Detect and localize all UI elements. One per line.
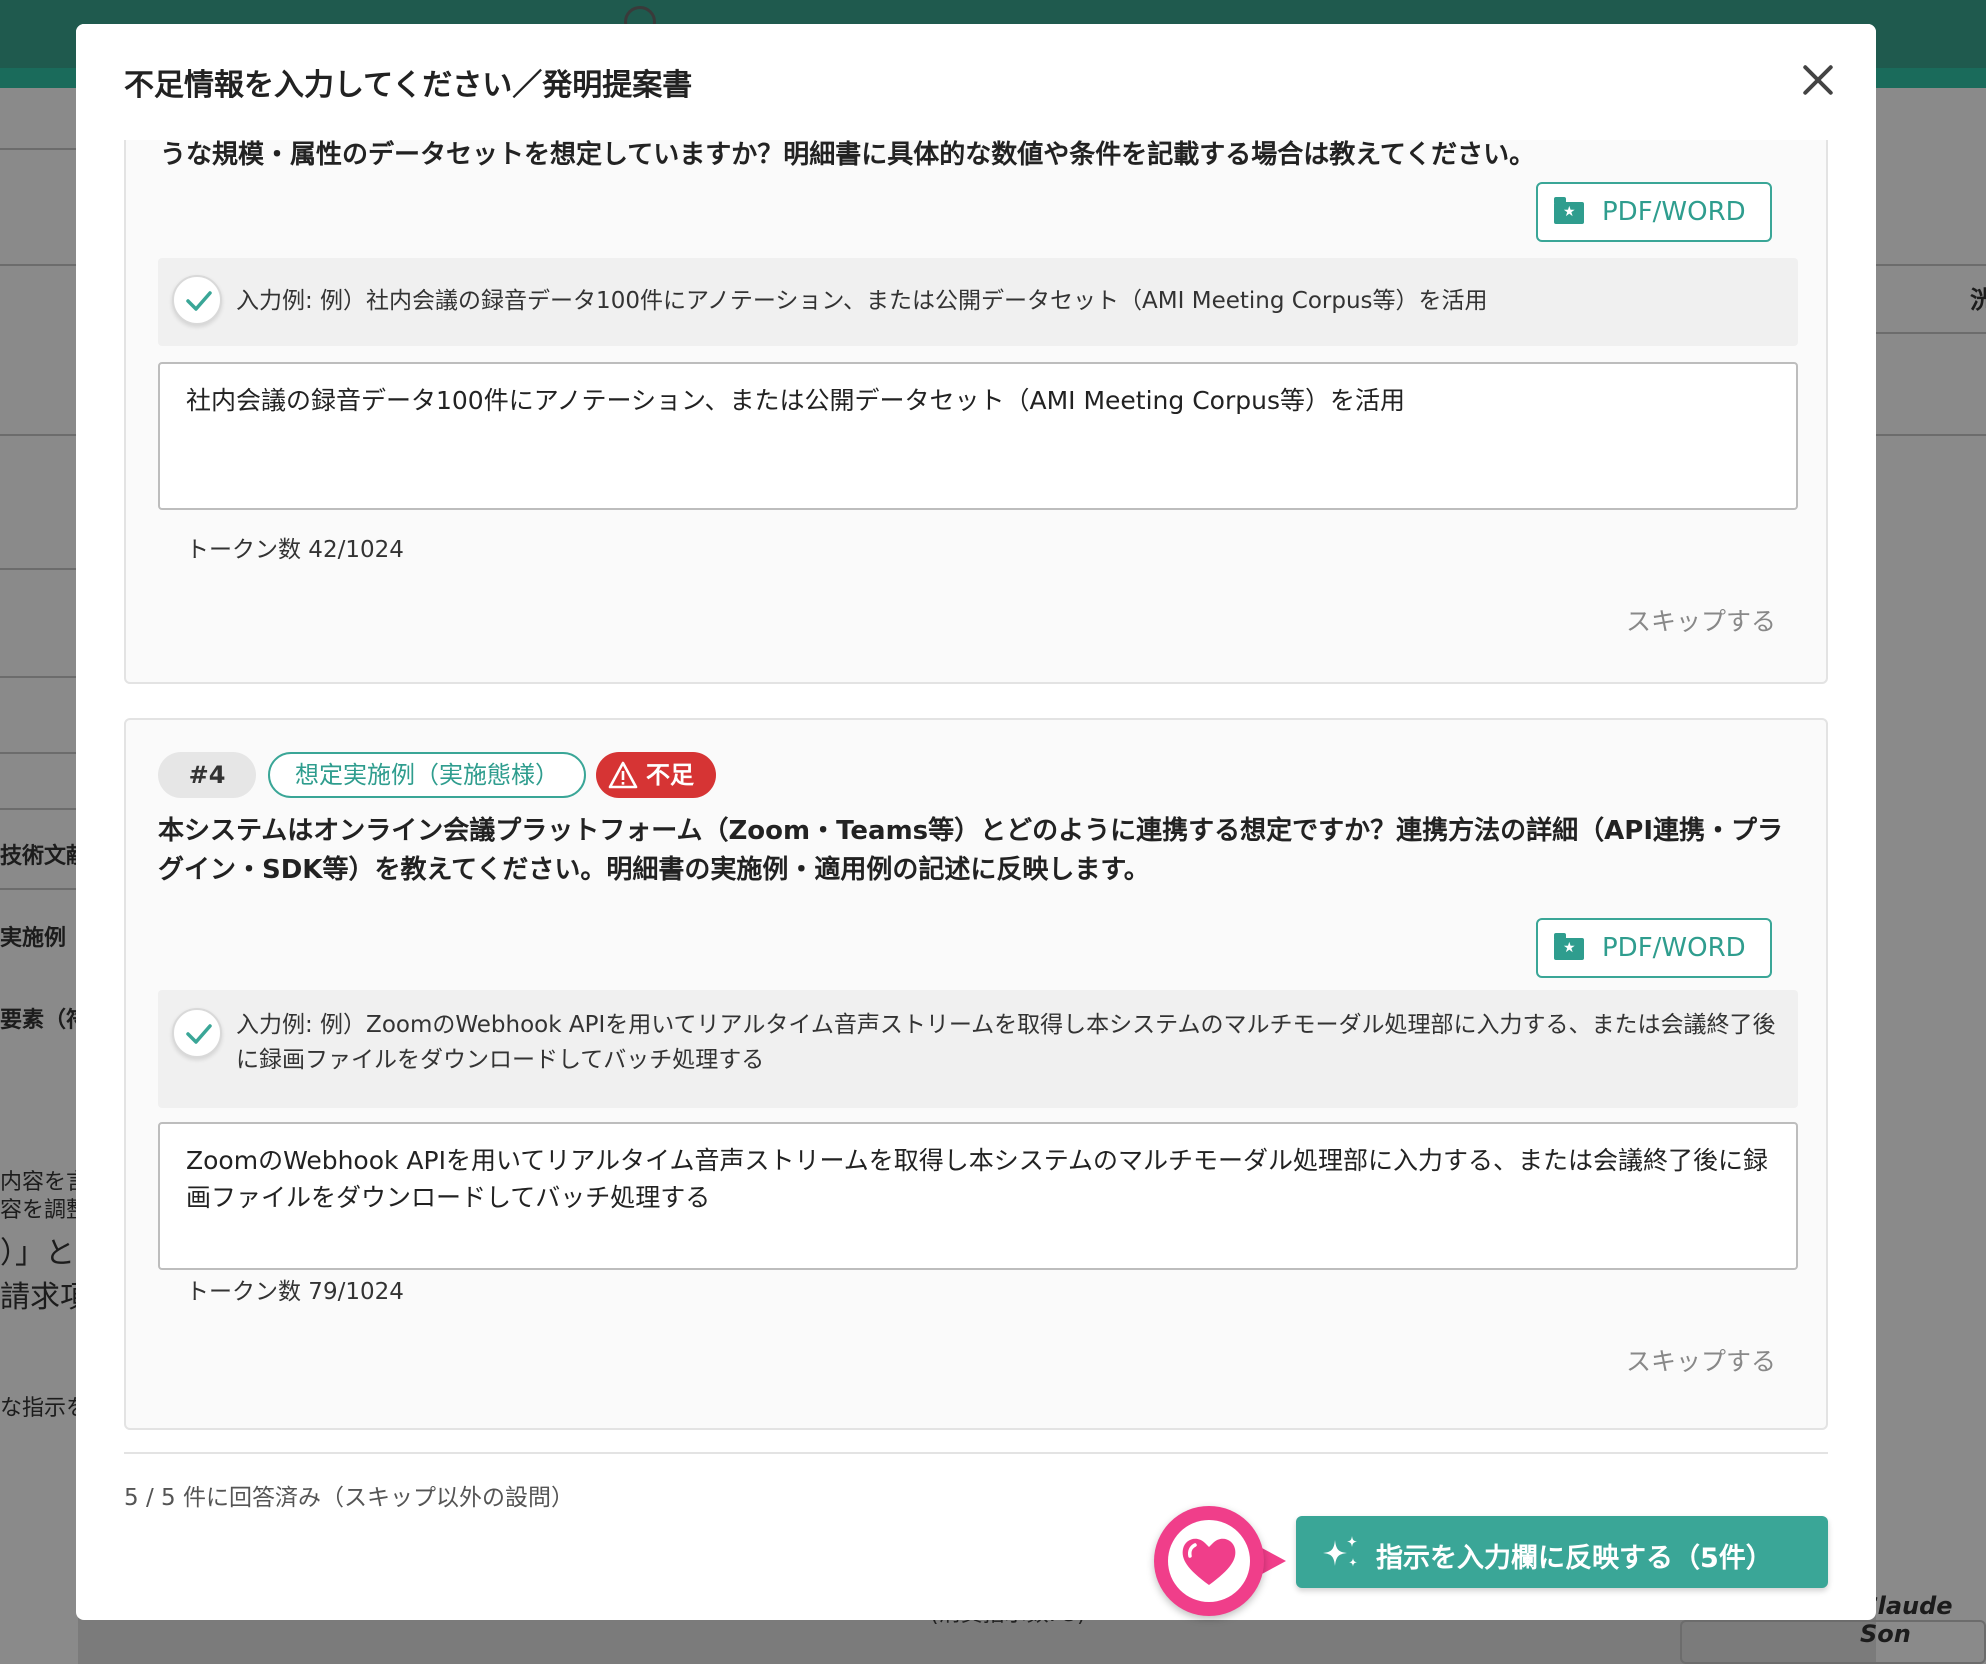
- heart-icon: [1182, 1538, 1236, 1585]
- question-card: うな規模・属性のデータセットを想定していますか？明細書に具体的な数値や条件を記載…: [124, 140, 1828, 684]
- answered-status: 5 / 5 件に回答済み（スキップ以外の設問）: [124, 1485, 574, 1511]
- divider: [0, 808, 78, 810]
- question-text: 本システムはオンライン会議プラットフォーム（Zoom・Teams等）とどのように…: [158, 816, 1783, 885]
- heart-feedback-button[interactable]: [1154, 1506, 1296, 1616]
- token-count: トークン数 79/1024: [186, 1279, 404, 1305]
- modal-header: 不足情報を入力してください／発明提案書: [76, 24, 1876, 140]
- folder-star-icon: ★: [1554, 197, 1584, 224]
- background-text: 実施例: [0, 926, 67, 951]
- answer-textarea[interactable]: ZoomのWebhook APIを用いてリアルタイム音声ストリームを取得し本シス…: [158, 1122, 1798, 1270]
- apply-button-label: 指示を入力欄に反映する（5件）: [1376, 1543, 1773, 1574]
- token-count: トークン数 42/1024: [186, 537, 404, 563]
- background-text: 要素（符: [0, 1008, 78, 1033]
- check-icon[interactable]: [172, 1008, 222, 1058]
- check-icon[interactable]: [172, 275, 222, 325]
- pdf-word-button[interactable]: ★ PDF/WORD: [1536, 182, 1772, 242]
- background-text: ）」と: [0, 1236, 75, 1271]
- background-text: 洸: [1970, 286, 1986, 314]
- divider: [1876, 434, 1986, 436]
- folder-star-icon: ★: [1554, 933, 1584, 960]
- answer-textarea[interactable]: 社内会議の録音データ100件にアノテーション、または公開データセット（AMI M…: [158, 362, 1798, 510]
- missing-status-badge: 不足: [596, 752, 716, 798]
- question-list[interactable]: うな規模・属性のデータセットを想定していますか？明細書に具体的な数値や条件を記載…: [76, 140, 1876, 1432]
- background-right-panel: [1876, 88, 1986, 1664]
- question-card: #4 想定実施例（実施態様） 不足 本システムはオンライン会議プラットフォーム（…: [124, 718, 1828, 1430]
- close-icon[interactable]: [1796, 58, 1840, 102]
- background-text: 容を調整: [0, 1198, 78, 1223]
- background-left-panel: 技術文献 実施例 要素（符 内容を言 容を調整 ）」と 請求項 な指示を: [0, 88, 78, 1664]
- background-text: Claude Son: [1860, 1592, 1953, 1648]
- example-suggestion[interactable]: 入力例: 例）ZoomのWebhook APIを用いてリアルタイム音声ストリーム…: [158, 990, 1798, 1108]
- warning-icon: [608, 761, 638, 789]
- question-text: うな規模・属性のデータセットを想定していますか？明細書に具体的な数値や条件を記載…: [160, 140, 1536, 170]
- missing-info-modal: 不足情報を入力してください／発明提案書 うな規模・属性のデータセットを想定してい…: [76, 24, 1876, 1620]
- divider: [0, 752, 78, 754]
- question-number-badge: #4: [158, 752, 256, 798]
- divider: [0, 888, 78, 890]
- apply-instructions-button[interactable]: 指示を入力欄に反映する（5件）: [1296, 1516, 1828, 1588]
- modal-title: 不足情報を入力してください／発明提案書: [124, 68, 693, 103]
- background-text: 技術文献: [0, 844, 78, 869]
- pdf-word-label: PDF/WORD: [1602, 197, 1746, 227]
- sparkle-icon: [1323, 1536, 1357, 1567]
- divider: [1876, 332, 1986, 334]
- example-suggestion[interactable]: 入力例: 例）社内会議の録音データ100件にアノテーション、または公開データセッ…: [158, 258, 1798, 346]
- divider: [0, 568, 78, 570]
- footer-divider: [124, 1452, 1828, 1454]
- divider: [1876, 264, 1986, 266]
- example-text: 入力例: 例）ZoomのWebhook APIを用いてリアルタイム音声ストリーム…: [236, 1012, 1776, 1073]
- divider: [0, 148, 78, 150]
- category-badge: 想定実施例（実施態様）: [268, 752, 586, 798]
- skip-button[interactable]: スキップする: [1626, 1342, 1776, 1378]
- pdf-word-button[interactable]: ★ PDF/WORD: [1536, 918, 1772, 978]
- example-text: 入力例: 例）社内会議の録音データ100件にアノテーション、または公開データセッ…: [236, 288, 1488, 314]
- background-text: な指示を: [0, 1396, 78, 1421]
- divider: [0, 676, 78, 678]
- background-text: 請求項: [0, 1280, 78, 1315]
- divider: [0, 264, 78, 266]
- pdf-word-label: PDF/WORD: [1602, 933, 1746, 963]
- status-label: 不足: [646, 761, 694, 789]
- divider: [0, 434, 78, 436]
- skip-button[interactable]: スキップする: [1626, 602, 1776, 638]
